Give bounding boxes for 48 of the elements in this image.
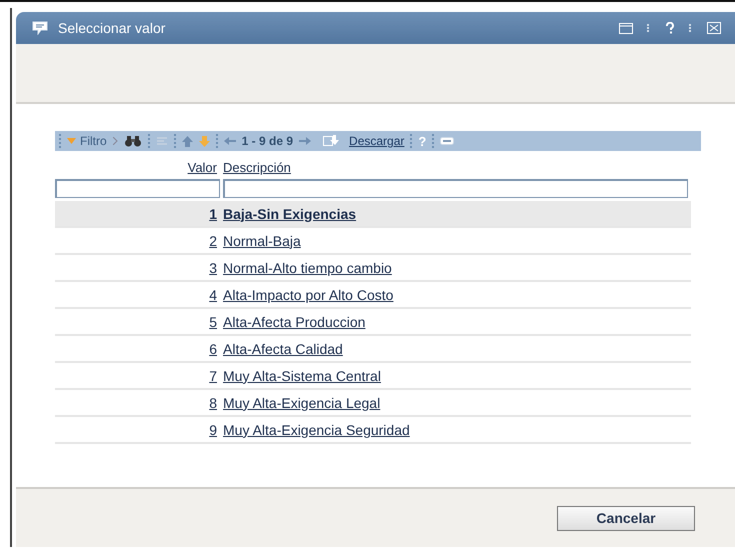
value-link[interactable]: 6 — [209, 340, 217, 356]
speech-bubble-icon — [32, 21, 48, 35]
value-link[interactable]: 9 — [209, 422, 217, 438]
table-row[interactable]: 6 Alta-Afecta Calidad — [55, 335, 691, 362]
filter-field[interactable] — [55, 178, 220, 198]
table-row[interactable]: 4 Alta-Impacto por Alto Costo — [55, 281, 691, 308]
caret-icon — [67, 138, 76, 144]
table-row[interactable]: 1 Baja-Sin Exigencias — [55, 201, 691, 227]
table-row[interactable]: 2 Normal-Baja — [55, 227, 691, 254]
pager-text: 1 - 9 de 9 — [242, 134, 294, 148]
export-icon[interactable] — [323, 134, 340, 148]
binoculars-icon[interactable] — [124, 135, 142, 147]
window-title: Seleccionar valor — [58, 20, 166, 36]
table-row[interactable]: 8 Muy Alta-Exigencia Legal — [55, 389, 691, 416]
collapse-icon[interactable] — [440, 137, 454, 145]
table-row[interactable]: 9 Muy Alta-Exigencia Seguridad — [55, 416, 691, 443]
value-link[interactable]: 3 — [209, 260, 217, 276]
description-link[interactable]: Alta-Impacto por Alto Costo — [223, 286, 394, 302]
value-link[interactable]: 5 — [209, 314, 217, 330]
description-link[interactable]: Normal-Alto tiempo cambio — [223, 260, 392, 276]
close-icon[interactable] — [707, 22, 721, 34]
table-row[interactable]: 7 Muy Alta-Sistema Central — [55, 362, 691, 389]
description-link[interactable]: Muy Alta-Exigencia Legal — [223, 394, 380, 410]
value-link[interactable]: 2 — [209, 232, 217, 248]
column-header[interactable]: Descripción — [223, 160, 291, 175]
value-link[interactable]: 7 — [209, 368, 217, 384]
description-link[interactable]: Baja-Sin Exigencias — [223, 206, 356, 222]
download-link[interactable]: Descargar — [349, 134, 404, 148]
cancel-button[interactable]: Cancelar — [557, 506, 695, 530]
up-arrow-icon[interactable] — [182, 136, 193, 146]
value-link[interactable]: 4 — [209, 286, 217, 302]
description-link[interactable]: Alta-Afecta Produccion — [223, 314, 366, 330]
column-header[interactable]: Valor — [188, 160, 217, 175]
maximize-icon[interactable] — [619, 22, 633, 34]
table-row[interactable]: 5 Alta-Afecta Produccion — [55, 308, 691, 335]
value-link[interactable]: 8 — [209, 394, 217, 410]
help-icon[interactable] — [665, 22, 675, 34]
left-arrow-icon[interactable] — [224, 137, 236, 145]
table-row[interactable]: 3 Normal-Alto tiempo cambio — [55, 254, 691, 281]
chevron-icon — [112, 137, 118, 145]
right-arrow-icon[interactable] — [299, 137, 312, 145]
description-link[interactable]: Muy Alta-Exigencia Seguridad — [223, 422, 410, 438]
description-link[interactable]: Muy Alta-Sistema Central — [223, 368, 381, 384]
description-link[interactable]: Alta-Afecta Calidad — [223, 340, 343, 356]
description-link[interactable]: Normal-Baja — [223, 232, 301, 248]
filter-button[interactable]: Filtro — [67, 134, 107, 148]
filter-field[interactable] — [223, 178, 688, 198]
value-link[interactable]: 1 — [209, 206, 217, 222]
